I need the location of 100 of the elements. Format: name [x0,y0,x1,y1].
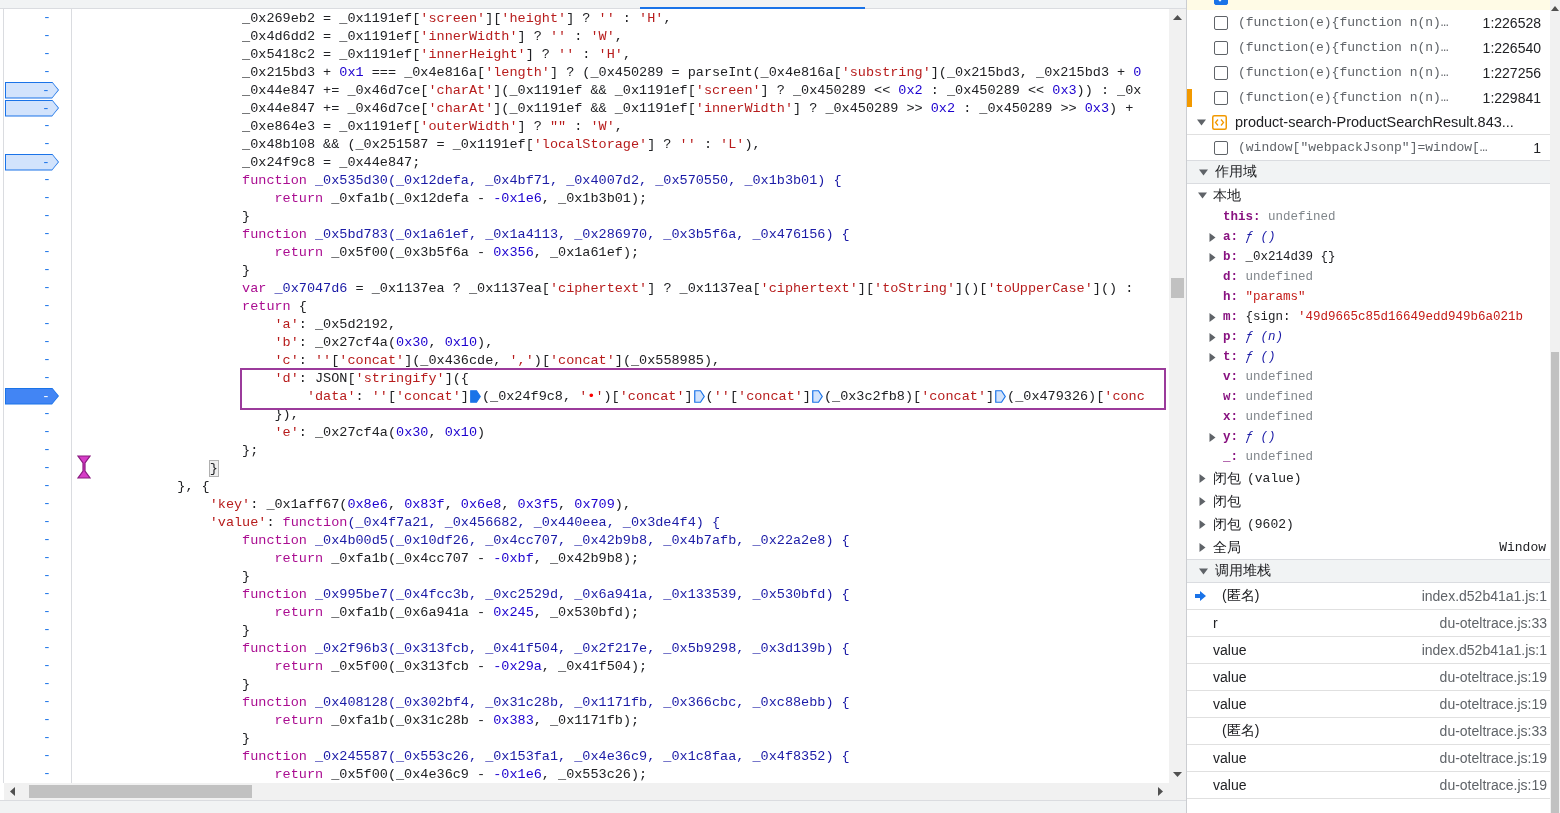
collapse-triangle-icon[interactable] [1199,167,1208,177]
breakpoint-marker[interactable]: - [5,387,59,405]
call-frame[interactable]: value du-oteltrace.js:19 [1187,691,1550,718]
scrollbar-thumb[interactable] [1171,278,1184,298]
line-number: - [42,190,52,206]
frame-name: value [1213,669,1247,685]
call-frame[interactable]: (匿名) du-oteltrace.js:33 [1187,718,1550,745]
inline-breakpoint-icon[interactable] [811,389,823,403]
line-number: - [42,730,52,746]
call-frame[interactable]: (匿名) index.d52b41a1.js:1 [1187,583,1550,610]
horizontal-scrollbar[interactable] [4,783,1186,800]
scope-property[interactable]: a: ƒ () [1223,230,1276,244]
scope-property[interactable]: d: undefined [1223,270,1314,284]
collapse-triangle-icon[interactable] [1198,191,1207,200]
file-name: product-search-ProductSearchResult.843... [1235,114,1514,130]
code-line: _0x269eb2 = _0x1191ef['screen']['height'] ? '' : 'H', [242,9,672,27]
frame-location: du-oteltrace.js:33 [1439,723,1548,739]
call-frame[interactable]: value du-oteltrace.js:19 [1187,772,1550,799]
expand-triangle-icon[interactable] [1208,312,1217,322]
checkbox[interactable] [1214,40,1228,55]
line-number: - [42,604,52,620]
scrollbar-thumb[interactable] [29,785,252,798]
call-frame[interactable]: value du-oteltrace.js:19 [1187,664,1550,691]
scope-property[interactable]: _: undefined [1223,450,1314,464]
scope-detail: (value) [1247,471,1302,486]
line-number: - [42,676,52,692]
code-line: 'b': _0x27cf4a(0x30, 0x10), [274,333,494,351]
expand-triangle-icon[interactable] [1198,497,1207,506]
line-number: - [42,406,52,422]
code-line: 'value': function(_0x4f7a21, _0x456682, _0x440eea, _0x3de4f4) { [209,513,721,531]
breakpoint-marker[interactable]: - [5,99,59,117]
code-text: (_0x24f9c8, '•')['concat'] [481,387,693,405]
code-line: return _0x5f00(_0x4e36c9 - -0x1e6, _0x553c26); [274,765,648,783]
scope-group[interactable]: 闭包 (value) [1187,467,1550,490]
line-number: - [42,64,52,80]
section-header[interactable]: 作用域 [1187,160,1550,184]
collapse-triangle-icon[interactable] [1199,566,1208,576]
line-number: - [42,298,52,314]
inline-breakpoint-icon[interactable] [693,389,705,403]
code-line: 'c': ''['concat'](_0x436cde, ',')['concat'](_0x558985), [274,351,721,369]
code-text: 'data': ''['concat'] [306,387,469,405]
expand-triangle-icon[interactable] [1198,520,1207,529]
section-header[interactable]: 调用堆栈 [1187,559,1550,583]
expand-triangle-icon[interactable] [1208,432,1217,442]
scope-property[interactable]: p: ƒ (n) [1223,330,1284,344]
expand-triangle-icon[interactable] [1208,232,1217,242]
scope-property[interactable]: h: "params" [1223,290,1306,304]
line-number: - [42,208,52,224]
breakpoint-marker[interactable]: - [5,81,59,99]
code-snippet: (function(e){function n(n)… [1238,40,1449,55]
code-line: 'a': _0x5d2192, [274,315,397,333]
call-frame[interactable]: value index.d52b41a1.js:1 [1187,637,1550,664]
scope-property[interactable]: t: ƒ () [1223,350,1276,364]
frame-location: index.d52b41a1.js:1 [1421,588,1548,604]
code-line: }; [242,441,259,459]
breakpoint-marker[interactable]: - [5,153,59,171]
call-frame[interactable]: value du-oteltrace.js:19 [1187,745,1550,772]
line-number: - [42,712,52,728]
scope-group[interactable]: 闭包 [1187,490,1550,513]
scope-label: 全局 [1213,538,1241,557]
code-line: } [242,729,251,747]
vertical-scrollbar[interactable] [1169,9,1186,783]
scope-detail: (9602) [1247,517,1294,532]
line-number: - [42,442,52,458]
checkbox[interactable] [1214,65,1228,80]
call-frame[interactable]: r du-oteltrace.js:33 [1187,610,1550,637]
scope-group[interactable]: 本地 [1187,184,1550,207]
expand-triangle-icon[interactable] [1208,332,1217,342]
vertical-scrollbar[interactable] [1550,0,1560,813]
inline-breakpoint-icon[interactable] [995,389,1007,403]
scope-property[interactable]: v: undefined [1223,370,1314,384]
scope-property[interactable]: b: _0x214d39 {} [1223,250,1336,264]
expand-triangle-icon[interactable] [1198,543,1207,552]
scope-property[interactable]: y: ƒ () [1223,430,1276,444]
scope-property[interactable]: w: undefined [1223,390,1314,404]
line-number: - [42,514,52,530]
checkbox[interactable] [1214,15,1228,30]
code-snippet: (function(e){function n(n)… [1238,15,1449,30]
line-number: - [42,226,52,242]
code-line: return _0xfa1b(_0x6a941a - 0x245, _0x530bfd); [274,603,640,621]
scope-property[interactable]: m: {sign: '49d9665c85d16649edd949b6a021b [1223,310,1524,324]
inline-breakpoint-icon[interactable] [469,389,481,403]
checkbox[interactable] [1214,90,1228,105]
code-line: var _0x7047d6 = _0x1137ea ? _0x1137ea['ciphertext'] ? _0x1137ea['ciphertext']['toString']()['toUpperCase']() : [242,279,1134,297]
scope-label: 闭包 [1213,469,1241,488]
line-number: - [42,334,52,350]
expand-triangle-icon[interactable] [1208,352,1217,362]
expand-triangle-icon[interactable] [1208,252,1217,262]
scope-property[interactable]: x: undefined [1223,410,1314,424]
scope-group[interactable]: 全局 Window [1187,536,1550,559]
scope-property[interactable]: this: undefined [1223,210,1336,224]
line-number: - [42,694,52,710]
code-line: _0x215bd3 + 0x1 === _0x4e816a['length'] ? (_0x450289 = parseInt(_0x4e816a['substring'](_0x215bd3, _0x215bd3 + 0 [242,63,1142,81]
collapse-triangle-icon[interactable] [1197,117,1206,127]
scope-group[interactable]: 闭包 (9602) [1187,513,1550,536]
expand-triangle-icon[interactable] [1198,474,1207,483]
checkbox[interactable] [1214,140,1228,155]
line-number: - [42,622,52,638]
code-line: return _0x5f00(_0x3b5f6a - 0x356, _0x1a61ef); [274,243,640,261]
line-location: 1 [1533,139,1542,156]
